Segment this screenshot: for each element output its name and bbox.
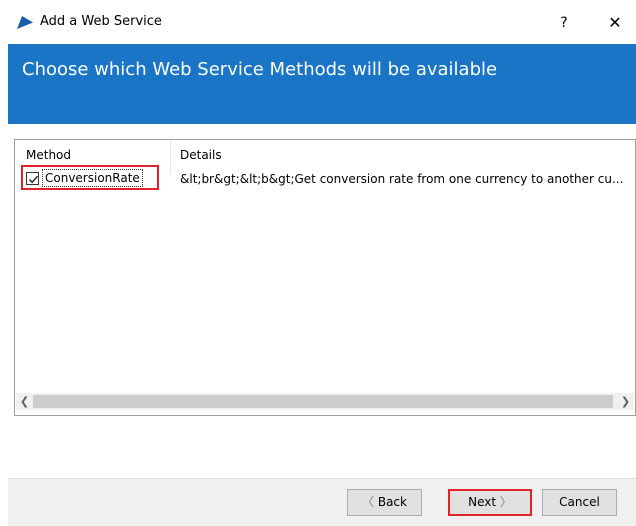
window-title: Add a Web Service [40, 14, 162, 29]
scroll-thumb[interactable] [33, 395, 613, 408]
close-button[interactable]: ✕ [604, 12, 626, 34]
page-title: Choose which Web Service Methods will be… [22, 59, 498, 80]
column-separator[interactable] [170, 141, 171, 174]
column-header-method[interactable]: Method [26, 148, 71, 162]
method-name[interactable]: ConversionRate [42, 169, 143, 187]
next-button-label: Next [468, 495, 497, 509]
methods-list[interactable]: Method Details ConversionRate &lt;br&gt;… [14, 139, 636, 416]
scroll-left-icon[interactable]: ❮ [16, 393, 33, 410]
horizontal-scrollbar[interactable]: ❮ ❯ [16, 393, 634, 410]
next-button[interactable]: Next 〉 [448, 489, 532, 516]
method-checkbox[interactable] [26, 172, 39, 185]
app-logo-icon [17, 16, 33, 32]
title-bar: Add a Web Service ? ✕ [0, 0, 636, 44]
help-button[interactable]: ? [553, 12, 575, 34]
back-button[interactable]: 〈 Back [347, 489, 422, 516]
chevron-right-icon: 〉 [499, 495, 512, 509]
cancel-button[interactable]: Cancel [542, 489, 617, 516]
back-button-label: Back [377, 495, 407, 509]
chevron-left-icon: 〈 [362, 495, 375, 509]
scroll-right-icon[interactable]: ❯ [617, 393, 634, 410]
button-bar: 〈 Back Next 〉 Cancel [8, 478, 636, 526]
column-header-details[interactable]: Details [180, 148, 222, 162]
method-details: &lt;br&gt;&lt;b&gt;Get conversion rate f… [180, 172, 624, 186]
header-banner: Choose which Web Service Methods will be… [8, 44, 636, 124]
cancel-button-label: Cancel [559, 495, 600, 509]
